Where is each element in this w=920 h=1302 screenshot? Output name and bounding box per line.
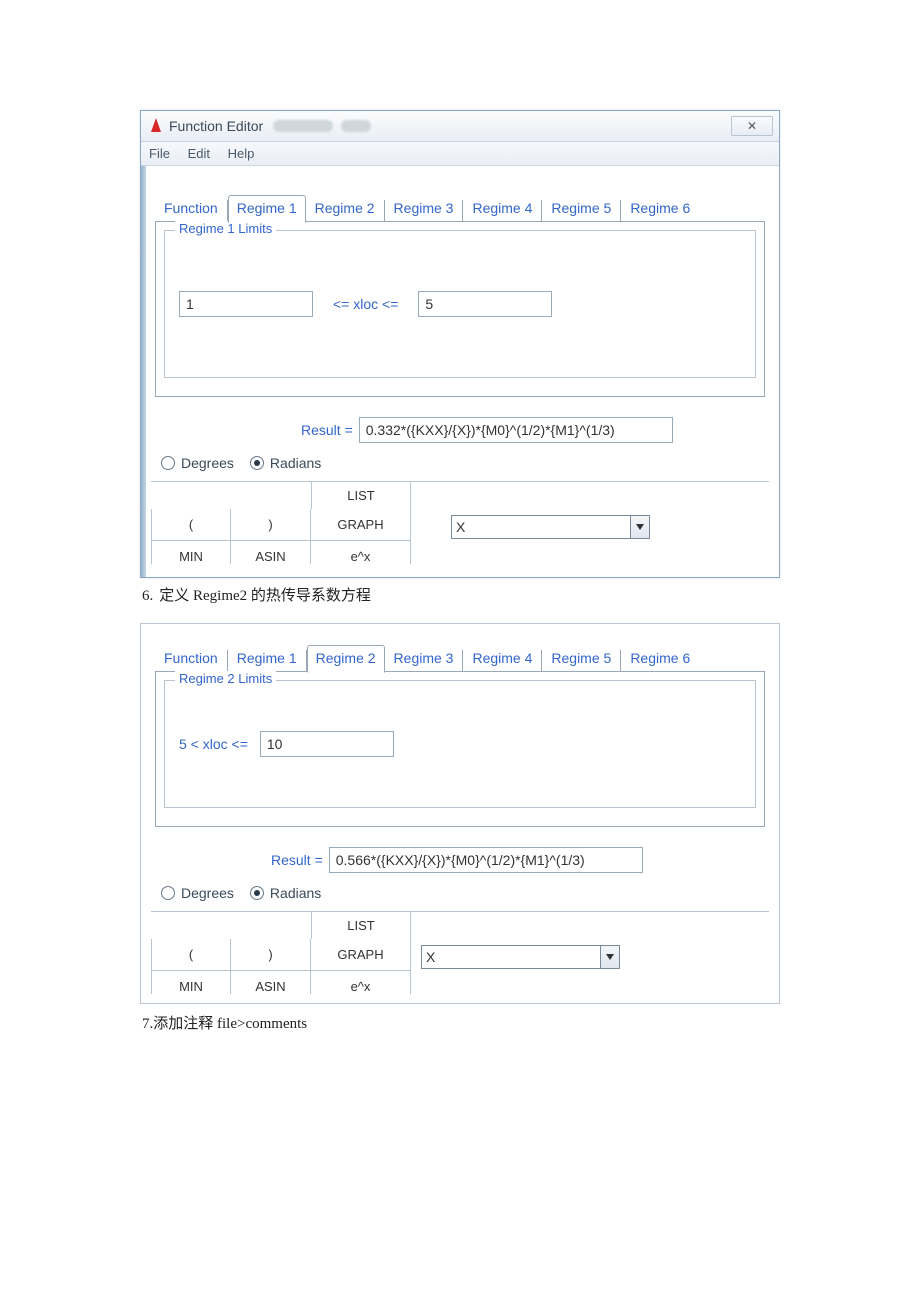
asin-button-2[interactable]: ASIN (231, 971, 311, 994)
result-label-1: Result = (301, 422, 353, 438)
tab-regime-3[interactable]: Regime 3 (385, 195, 463, 222)
window-title: Function Editor (169, 118, 263, 134)
result-input-1[interactable]: 0.332*({KXX}/{X})*{M0}^(1/2)*{M1}^(1/3) (359, 417, 673, 443)
regime2-lower-label: 5 < xloc <= (179, 736, 254, 752)
tab-regime-6[interactable]: Regime 6 (621, 195, 699, 222)
app-icon (147, 118, 163, 134)
caption-6: 6. 定义 Regime2 的热传导系数方程 (142, 584, 780, 605)
result-row-1: Result = 0.332*({KXX}/{X})*{M0}^(1/2)*{M… (151, 397, 769, 449)
variable-combo-wrap-2: X (421, 945, 620, 969)
caption-7-text: 7.添加注释 file>comments (142, 1016, 307, 1032)
title-blur (273, 120, 371, 132)
combo-dropdown-button-1[interactable] (631, 515, 650, 539)
chevron-down-icon (606, 954, 614, 960)
tab-regime-4-2[interactable]: Regime 4 (463, 645, 541, 672)
regime1-legend: Regime 1 Limits (175, 221, 276, 236)
tab-regime-5-2[interactable]: Regime 5 (542, 645, 620, 672)
rparen-button-2[interactable]: ) (231, 939, 311, 971)
degrees-label-2: Degrees (181, 885, 234, 901)
menu-edit[interactable]: Edit (188, 146, 210, 161)
tabs-row-1: Function Regime 1 Regime 2 Regime 3 Regi… (151, 174, 769, 222)
radians-label-2: Radians (270, 885, 321, 901)
regime1-lower-input[interactable]: 1 (179, 291, 313, 317)
result-row-2: Result = 0.566*({KXX}/{X})*{M0}^(1/2)*{M… (151, 827, 769, 879)
close-icon: ✕ (747, 119, 757, 133)
tab-regime-6-2[interactable]: Regime 6 (621, 645, 699, 672)
tab-regime-5[interactable]: Regime 5 (542, 195, 620, 222)
tab-regime-4[interactable]: Regime 4 (463, 195, 541, 222)
tab-function-2[interactable]: Function (155, 645, 227, 672)
left-gutter (140, 166, 146, 577)
radians-radio-2[interactable] (250, 886, 264, 900)
menubar: File Edit Help (141, 142, 779, 166)
graph-button-2[interactable]: GRAPH (311, 939, 411, 971)
angle-units-row-2: Degrees Radians (151, 879, 769, 911)
degrees-label-1: Degrees (181, 455, 234, 471)
min-button-2[interactable]: MIN (151, 971, 231, 994)
tab-regime-2-2[interactable]: Regime 2 (307, 645, 385, 673)
tab-function[interactable]: Function (155, 195, 227, 222)
caption-6-text: 定义 Regime2 的热传导系数方程 (159, 588, 371, 604)
function-editor-window: Function Editor ✕ File Edit Help Functio… (140, 110, 780, 578)
menu-help[interactable]: Help (228, 146, 255, 161)
variable-combo-wrap-1: X (451, 515, 650, 539)
chevron-down-icon (636, 524, 644, 530)
asin-button-1[interactable]: ASIN (231, 541, 311, 564)
tabs-row-2: Function Regime 1 Regime 2 Regime 3 Regi… (151, 632, 769, 672)
caption-6-num: 6. (142, 588, 153, 604)
regime2-limits-fieldset: Regime 2 Limits 5 < xloc <= 10 (164, 680, 756, 808)
graph-button-1[interactable]: GRAPH (311, 509, 411, 541)
regime1-limits-row: 1 <= xloc <= 5 (179, 291, 741, 317)
regime2-panel: Function Regime 1 Regime 2 Regime 3 Regi… (140, 623, 780, 1004)
tab-regime-3-2[interactable]: Regime 3 (385, 645, 463, 672)
lparen-button-1[interactable]: ( (151, 509, 231, 541)
result-input-2[interactable]: 0.566*({KXX}/{X})*{M0}^(1/2)*{M1}^(1/3) (329, 847, 643, 873)
tab-regime-1[interactable]: Regime 1 (228, 195, 306, 223)
regime1-upper-input[interactable]: 5 (418, 291, 552, 317)
radians-label-1: Radians (270, 455, 321, 471)
ex-button-1[interactable]: e^x (311, 541, 411, 564)
titlebar[interactable]: Function Editor ✕ (141, 111, 779, 142)
rparen-button-1[interactable]: ) (231, 509, 311, 541)
degrees-radio-2[interactable] (161, 886, 175, 900)
ex-button-2[interactable]: e^x (311, 971, 411, 994)
tab-regime-2[interactable]: Regime 2 (306, 195, 384, 222)
lparen-button-2[interactable]: ( (151, 939, 231, 971)
angle-units-row-1: Degrees Radians (151, 449, 769, 481)
caption-7: 7.添加注释 file>comments (142, 1012, 780, 1033)
list-button-1[interactable]: LIST (311, 482, 411, 509)
tab-regime-1-2[interactable]: Regime 1 (228, 645, 306, 672)
close-button[interactable]: ✕ (731, 116, 773, 136)
degrees-radio-1[interactable] (161, 456, 175, 470)
tab-body-regime2: Regime 2 Limits 5 < xloc <= 10 (155, 671, 765, 827)
combo-dropdown-button-2[interactable] (601, 945, 620, 969)
menu-file[interactable]: File (149, 146, 170, 161)
regime1-limits-fieldset: Regime 1 Limits 1 <= xloc <= 5 (164, 230, 756, 378)
variable-combo-1[interactable]: X (451, 515, 631, 539)
tab-body-regime1: Regime 1 Limits 1 <= xloc <= 5 (155, 221, 765, 397)
regime2-legend: Regime 2 Limits (175, 671, 276, 686)
radians-radio-1[interactable] (250, 456, 264, 470)
regime1-xloc-label: <= xloc <= (319, 296, 412, 312)
list-button-2[interactable]: LIST (311, 912, 411, 939)
regime2-limits-row: 5 < xloc <= 10 (179, 731, 741, 757)
result-label-2: Result = (271, 852, 323, 868)
min-button-1[interactable]: MIN (151, 541, 231, 564)
variable-combo-2[interactable]: X (421, 945, 601, 969)
regime2-upper-input[interactable]: 10 (260, 731, 394, 757)
